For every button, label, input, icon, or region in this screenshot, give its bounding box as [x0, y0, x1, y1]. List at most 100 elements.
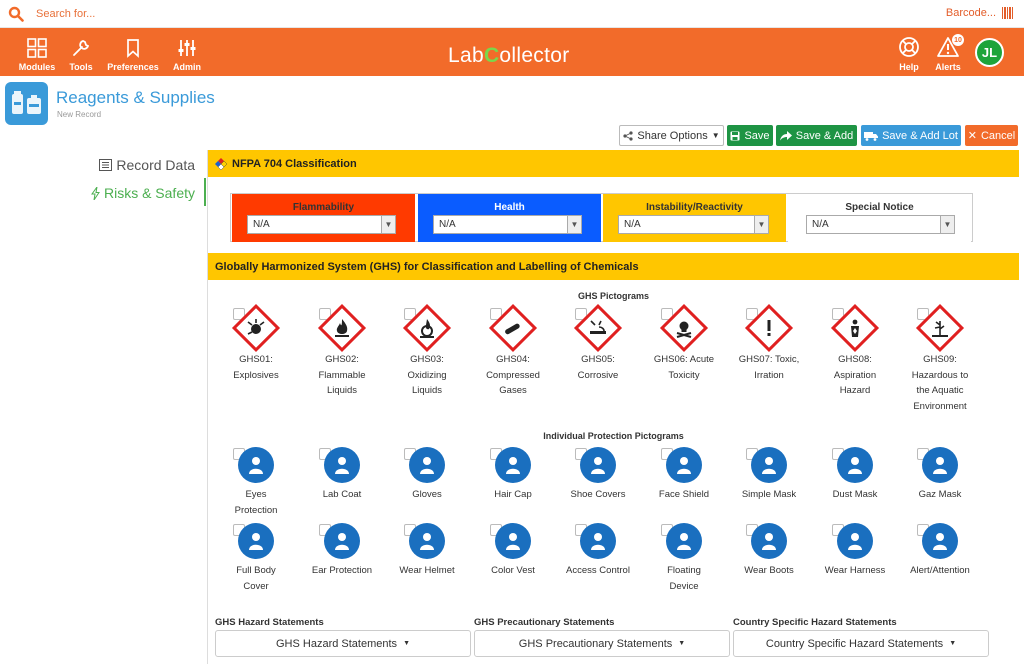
country-statements-dropdown[interactable]: Country Specific Hazard Statements ▼ — [733, 630, 989, 657]
logo-text-lab: Lab — [448, 44, 484, 67]
save-button[interactable]: Save — [727, 125, 773, 146]
nfpa-section-title: NFPA 704 Classification — [232, 157, 357, 170]
precautionary-statements-title: GHS Precautionary Statements — [474, 617, 615, 628]
shoe-covers-icon — [580, 447, 616, 483]
sidebar-item-record-data[interactable]: Record Data — [99, 157, 195, 173]
access-control-icon — [580, 523, 616, 559]
sidebar-active-indicator — [204, 178, 206, 206]
user-avatar[interactable]: JL — [975, 38, 1004, 67]
label-line: Gases — [499, 385, 527, 396]
chevron-down-icon: ▼ — [567, 216, 581, 233]
nav-tools-label: Tools — [69, 62, 93, 72]
share-options-button[interactable]: Share Options ▼ — [619, 125, 724, 146]
close-icon: ✕ — [967, 130, 977, 142]
save-and-add-label: Save & Add — [795, 129, 854, 142]
nfpa-diamond-icon — [215, 157, 227, 170]
label-line: Oxidizing — [407, 369, 447, 381]
modules-icon — [27, 38, 47, 58]
precautionary-statements-dropdown[interactable]: GHS Precautionary Statements ▼ — [474, 630, 730, 657]
label-line: Wear Harness — [824, 565, 886, 576]
nav-preferences-label: Preferences — [107, 62, 159, 72]
skull-icon — [659, 303, 709, 353]
environment-icon — [915, 303, 965, 353]
protection-pictogram-label: Alert/Attention — [897, 563, 983, 579]
sidebar-record-data-label: Record Data — [116, 157, 195, 173]
caret-down-icon: ▼ — [678, 640, 686, 647]
nfpa-instability-label: Instability/Reactivity — [646, 202, 743, 213]
protection-pictogram-label: Gaz Mask — [897, 487, 983, 503]
label-line: Shoe Covers — [570, 489, 626, 500]
caret-down-icon: ▼ — [711, 131, 720, 140]
nav-admin[interactable]: Admin — [170, 28, 204, 76]
labcollector-logo[interactable]: LabCollector — [448, 44, 570, 68]
label-line: GHS03: — [410, 354, 444, 365]
label-line: GHS05: — [581, 354, 615, 365]
reagents-module-icon — [5, 82, 48, 125]
label-line: the Aquatic — [916, 385, 964, 396]
sidebar-item-risks-safety[interactable]: Risks & Safety — [90, 185, 195, 201]
hazard-statements-dropdown[interactable]: GHS Hazard Statements ▼ — [215, 630, 471, 657]
chevron-down-icon: ▼ — [754, 216, 768, 233]
protection-pictogram-label: Ear Protection — [299, 563, 385, 579]
nav-modules[interactable]: Modules — [14, 28, 60, 76]
share-options-label: Share Options — [637, 129, 708, 142]
nfpa-special-notice-value: N/A — [812, 219, 829, 230]
corrosion-icon — [573, 303, 623, 353]
label-line: Irration — [754, 369, 784, 381]
nav-preferences[interactable]: Preferences — [105, 28, 161, 76]
bolt-icon — [90, 186, 100, 200]
ghs-pictogram-label: GHS08: Aspiration Hazard — [812, 352, 898, 399]
label-line: Wear Helmet — [399, 565, 455, 576]
dust-mask-icon — [837, 447, 873, 483]
label-line: Liquids — [326, 385, 358, 396]
nav-help[interactable]: Help — [896, 28, 922, 76]
simple-mask-icon — [751, 447, 787, 483]
protection-pictogram-label: Floating Device — [641, 563, 727, 594]
nav-help-label: Help — [899, 62, 919, 72]
label-line: Toxicity — [668, 369, 700, 381]
label-line: Cover — [243, 580, 269, 592]
ghs-pictogram-label: GHS09: Hazardous to the Aquatic Environment — [897, 352, 983, 414]
label-line: Protection — [234, 504, 278, 516]
share-arrow-icon — [779, 130, 792, 140]
save-and-add-button[interactable]: Save & Add — [776, 125, 857, 146]
page-title: Reagents & Supplies — [56, 88, 215, 107]
barcode-label: Barcode... — [945, 7, 996, 19]
ghs-pictogram-label: GHS01: Explosives — [213, 352, 299, 383]
nfpa-special-notice-select[interactable]: N/A ▼ — [806, 215, 955, 234]
label-line: Explosives — [233, 369, 279, 381]
save-and-add-lot-button[interactable]: Save & Add Lot — [861, 125, 961, 146]
floating-device-icon — [666, 523, 702, 559]
logo-text-c: C — [483, 44, 500, 67]
lifebuoy-icon — [899, 37, 919, 57]
label-line: Corrosive — [577, 369, 619, 381]
gas-cylinder-icon — [488, 303, 538, 353]
search-input[interactable] — [36, 5, 436, 23]
label-line: Alert/Attention — [910, 565, 970, 576]
hazard-statements-title: GHS Hazard Statements — [215, 617, 324, 628]
protection-pictogram-label: Wear Helmet — [384, 563, 470, 579]
nfpa-health: Health N/A ▼ — [418, 194, 601, 242]
cancel-button[interactable]: ✕ Cancel — [965, 125, 1018, 146]
label-line: Hair Cap — [494, 489, 532, 500]
floppy-icon — [730, 131, 740, 140]
sidebar-risks-safety-label: Risks & Safety — [103, 185, 195, 201]
protection-pictogram-label: Access Control — [555, 563, 641, 579]
country-statements-title: Country Specific Hazard Statements — [733, 617, 897, 628]
nfpa-special-notice-label: Special Notice — [845, 202, 914, 213]
logo-text-collector: ollector — [499, 44, 570, 67]
nfpa-flammability-select[interactable]: N/A ▼ — [247, 215, 396, 234]
nav-tools[interactable]: Tools — [66, 28, 96, 76]
nfpa-health-select[interactable]: N/A ▼ — [433, 215, 582, 234]
search-icon[interactable] — [8, 6, 24, 22]
ghs-pictogram-label: GHS04: Compressed Gases — [470, 352, 556, 399]
ghs-section-header: Globally Harmonized System (GHS) for Cla… — [208, 253, 1019, 280]
label-line: Simple Mask — [741, 489, 797, 500]
ghs-pictograms-title: GHS Pictograms — [577, 291, 650, 301]
vest-icon — [495, 523, 531, 559]
nfpa-instability-select[interactable]: N/A ▼ — [618, 215, 769, 234]
label-line: Environment — [913, 400, 967, 412]
label-line: Gaz Mask — [918, 489, 962, 500]
barcode-search[interactable]: Barcode... — [946, 7, 1014, 19]
label-line: Access Control — [566, 565, 630, 576]
